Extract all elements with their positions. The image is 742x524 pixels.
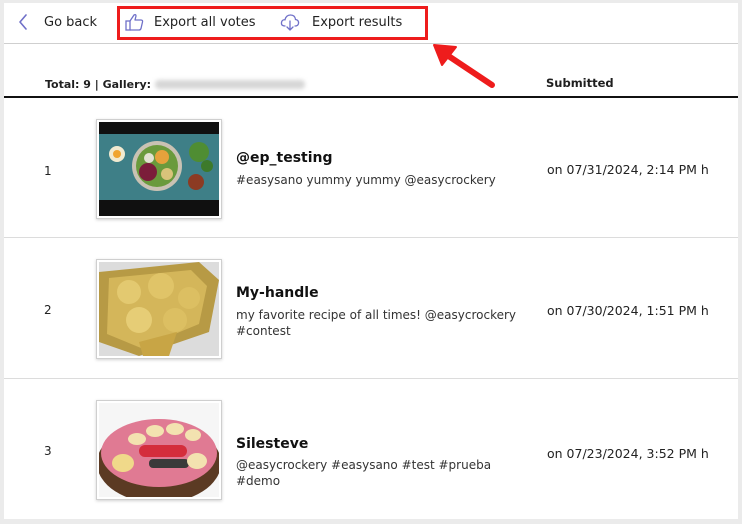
submission-handle: Silesteve: [236, 436, 309, 452]
row-index: 1: [44, 164, 52, 178]
submission-handle: @ep_testing: [236, 150, 333, 166]
table-row: 3 Silesteve @easycrockery #easysano #tes…: [4, 379, 738, 519]
submission-date: on 07/31/2024, 2:14 PM h: [547, 162, 709, 177]
food-bowl-image: [99, 122, 219, 216]
row-index: 3: [44, 444, 52, 458]
table-header-total: Total: 9 | Gallery:: [45, 78, 306, 91]
chevron-left-icon: [19, 14, 27, 30]
submission-caption: my favorite recipe of all times! @easycr…: [236, 308, 517, 338]
submission-date: on 07/30/2024, 1:51 PM h: [547, 303, 709, 318]
submission-handle: My-handle: [236, 285, 319, 301]
submission-caption: #easysano yummy yummy @easycrockery: [236, 173, 496, 187]
annotation-arrow: [433, 44, 495, 88]
row-index: 2: [44, 303, 52, 317]
submission-thumbnail[interactable]: [96, 119, 222, 219]
submission-caption: @easycrockery #easysano #test #prueba #d…: [236, 458, 492, 488]
submission-date: on 07/23/2024, 3:52 PM h: [547, 446, 709, 461]
gallery-name-redacted: [155, 80, 306, 89]
go-back-button[interactable]: Go back: [18, 11, 97, 33]
table-row: 1 @ep_testing #easysano yummy yummy @eas…: [4, 98, 738, 238]
highlight-box: [117, 6, 428, 40]
total-label: Total: 9 | Gallery:: [45, 78, 152, 91]
votes-panel: Go back Export all votes Export results …: [4, 3, 738, 519]
submission-thumbnail[interactable]: [96, 259, 222, 359]
submission-thumbnail[interactable]: [96, 400, 222, 500]
ravioli-image: [99, 262, 219, 356]
go-back-label: Go back: [44, 14, 98, 30]
submitted-column-header: Submitted: [546, 76, 614, 90]
table-row: 2 My-handle my favorite recipe of all ti…: [4, 238, 738, 379]
acai-bowl-image: [99, 403, 219, 497]
